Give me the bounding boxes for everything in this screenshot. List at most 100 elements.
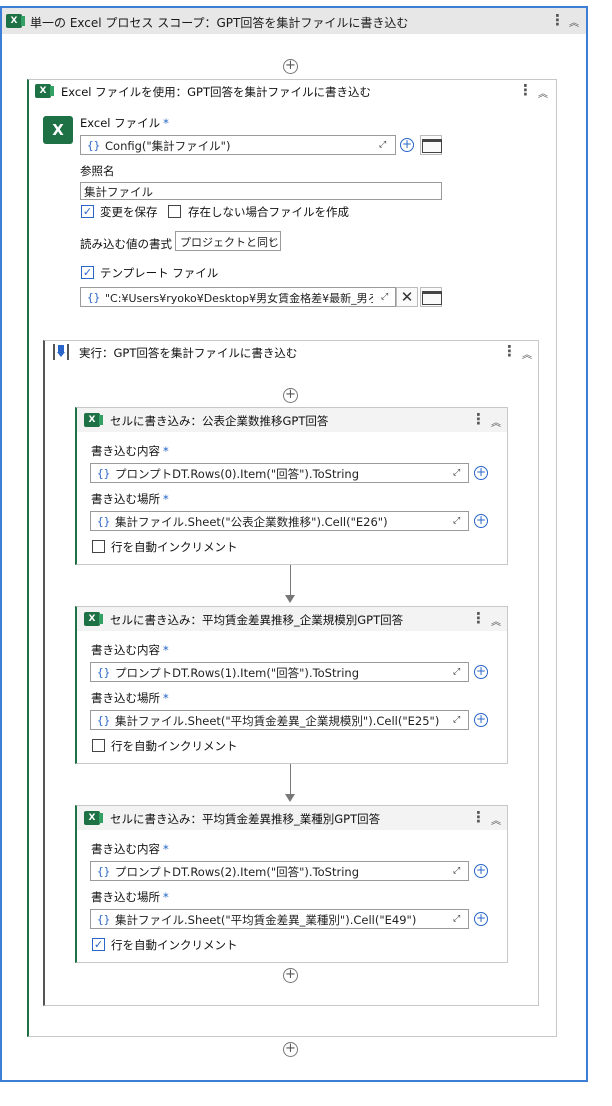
write-content-label: 書き込む内容 * xyxy=(91,444,169,458)
write-location-input[interactable]: {} 集計ファイル.Sheet("平均賃金差異_業種別").Cell("E49"… xyxy=(90,909,469,929)
auto-increment-label: 行を自動インクリメント xyxy=(111,540,238,554)
read-format-value: プロジェクトと同じ xyxy=(180,236,279,249)
plus-circle-icon[interactable]: + xyxy=(474,912,488,926)
write-content-value: プロンプトDT.Rows(2).Item("回答").ToString xyxy=(115,865,359,879)
expand-editor-icon[interactable]: ⤢ xyxy=(453,715,460,725)
collapse-icon[interactable]: ︽ xyxy=(538,85,548,100)
write-content-value: プロンプトDT.Rows(1).Item("回答").ToString xyxy=(115,666,359,680)
auto-increment-label: 行を自動インクリメント xyxy=(111,938,238,952)
kebab-menu-icon[interactable]: ⋮ xyxy=(502,344,517,359)
write-location-value: 集計ファイル.Sheet("公表企業数推移").Cell("E26") xyxy=(115,515,388,529)
write-content-input[interactable]: {} プロンプトDT.Rows(1).Item("回答").ToString ⤢ xyxy=(90,662,469,682)
write-location-value: 集計ファイル.Sheet("平均賃金差異_業種別").Cell("E49") xyxy=(115,913,417,927)
excel-icon: X xyxy=(35,84,54,98)
sequence-title: 実行：GPT回答を集計ファイルに書き込む xyxy=(79,346,298,360)
reference-name-value: 集計ファイル xyxy=(84,185,153,199)
save-changes-label: 変更を保存 xyxy=(100,205,158,219)
excel-file-input[interactable]: {} Config("集計ファイル") ⤢ xyxy=(80,135,396,155)
add-activity-icon[interactable]: + xyxy=(283,59,298,74)
folder-icon xyxy=(422,139,442,153)
excel-file-label: Excel ファイル * xyxy=(80,116,169,130)
expression-icon: {} xyxy=(97,865,111,878)
write-location-input[interactable]: {} 集計ファイル.Sheet("公表企業数推移").Cell("E26") ⤢ xyxy=(90,511,469,531)
expression-icon: {} xyxy=(97,515,111,528)
chevron-down-icon: ⌄ xyxy=(267,232,277,245)
create-if-missing-label: 存在しない場合ファイルを作成 xyxy=(188,205,349,219)
read-format-label: 読み込む値の書式 xyxy=(80,237,172,251)
auto-increment-checkbox[interactable] xyxy=(92,739,105,752)
plus-circle-icon[interactable]: + xyxy=(474,665,488,679)
connector-line xyxy=(290,565,291,595)
collapse-icon[interactable]: ︽ xyxy=(491,812,501,827)
write-content-input[interactable]: {} プロンプトDT.Rows(0).Item("回答").ToString ⤢ xyxy=(90,463,469,483)
expression-icon: {} xyxy=(97,714,111,727)
plus-circle-icon[interactable]: + xyxy=(474,514,488,528)
excel-icon: X xyxy=(6,14,25,28)
use-excel-title: Excel ファイルを使用：GPT回答を集計ファイルに書き込む xyxy=(61,85,371,99)
add-activity-icon[interactable]: + xyxy=(283,388,298,403)
expand-editor-icon[interactable]: ⤢ xyxy=(381,292,388,302)
kebab-menu-icon[interactable]: ⋮ xyxy=(550,13,565,28)
plus-circle-icon[interactable]: + xyxy=(474,466,488,480)
scope-title: 単一の Excel プロセス スコープ：GPT回答を集計ファイルに書き込む xyxy=(30,16,409,30)
auto-increment-label: 行を自動インクリメント xyxy=(111,739,238,753)
write-content-label: 書き込む内容 * xyxy=(91,643,169,657)
read-format-dropdown[interactable]: プロジェクトと同じ ⌄ xyxy=(175,231,281,251)
excel-icon: X xyxy=(84,413,103,427)
auto-increment-checkbox[interactable] xyxy=(92,540,105,553)
kebab-menu-icon[interactable]: ⋮ xyxy=(471,810,486,825)
excel-icon: X xyxy=(84,811,103,825)
folder-icon xyxy=(422,291,442,305)
arrow-down-icon xyxy=(285,794,295,802)
write-content-input[interactable]: {} プロンプトDT.Rows(2).Item("回答").ToString ⤢ xyxy=(90,861,469,881)
collapse-icon[interactable]: ︽ xyxy=(491,613,501,628)
reference-name-label: 参照名 xyxy=(80,164,115,178)
plus-circle-icon[interactable]: + xyxy=(474,713,488,727)
expand-editor-icon[interactable]: ⤢ xyxy=(453,914,460,924)
write-cell-title: セルに書き込み：平均賃金差異推移_企業規模別GPT回答 xyxy=(110,613,404,627)
excel-icon: X xyxy=(84,612,103,626)
write-location-label: 書き込む場所 * xyxy=(91,492,169,506)
write-content-value: プロンプトDT.Rows(0).Item("回答").ToString xyxy=(115,467,359,481)
expand-editor-icon[interactable]: ⤢ xyxy=(453,866,460,876)
excel-file-icon: X xyxy=(43,116,73,144)
expression-icon: {} xyxy=(97,467,111,480)
template-file-checkbox[interactable]: ✓ xyxy=(81,266,94,279)
template-file-label: テンプレート ファイル xyxy=(100,266,219,280)
clear-icon[interactable]: ✕ xyxy=(396,287,418,307)
collapse-icon[interactable]: ︽ xyxy=(522,346,532,361)
template-file-value: "C:¥Users¥ryoko¥Desktop¥男女賃金格差¥最新_男ろ xyxy=(105,292,373,305)
expand-editor-icon[interactable]: ⤢ xyxy=(379,140,386,150)
browse-template-button[interactable] xyxy=(420,287,442,307)
reference-name-input[interactable]: 集計ファイル xyxy=(80,182,442,200)
arrow-down-icon xyxy=(285,595,295,603)
expression-icon: {} xyxy=(97,913,111,926)
plus-circle-icon[interactable]: + xyxy=(474,864,488,878)
expression-icon: {} xyxy=(97,666,111,679)
plus-circle-icon[interactable]: + xyxy=(400,138,414,152)
expression-icon: {} xyxy=(87,139,101,152)
write-location-input[interactable]: {} 集計ファイル.Sheet("平均賃金差異_企業規模別").Cell("E2… xyxy=(90,710,469,730)
expand-editor-icon[interactable]: ⤢ xyxy=(453,667,460,677)
write-content-label: 書き込む内容 * xyxy=(91,842,169,856)
template-file-input[interactable]: {} "C:¥Users¥ryoko¥Desktop¥男女賃金格差¥最新_男ろ … xyxy=(80,287,396,307)
write-location-label: 書き込む場所 * xyxy=(91,890,169,904)
kebab-menu-icon[interactable]: ⋮ xyxy=(471,412,486,427)
create-if-missing-checkbox[interactable] xyxy=(168,205,181,218)
collapse-icon[interactable]: ︽ xyxy=(569,14,579,29)
save-changes-checkbox[interactable]: ✓ xyxy=(81,205,94,218)
add-activity-icon[interactable]: + xyxy=(283,968,298,983)
kebab-menu-icon[interactable]: ⋮ xyxy=(471,611,486,626)
sequence-icon xyxy=(53,344,69,360)
expand-editor-icon[interactable]: ⤢ xyxy=(453,468,460,478)
add-activity-icon[interactable]: + xyxy=(283,1042,298,1057)
browse-file-button[interactable] xyxy=(420,135,442,155)
expand-editor-icon[interactable]: ⤢ xyxy=(453,516,460,526)
collapse-icon[interactable]: ︽ xyxy=(491,414,501,429)
connector-line xyxy=(290,764,291,794)
auto-increment-checkbox[interactable]: ✓ xyxy=(92,938,105,951)
excel-file-value: Config("集計ファイル") xyxy=(105,139,231,153)
expression-icon: {} xyxy=(87,291,101,304)
kebab-menu-icon[interactable]: ⋮ xyxy=(518,83,533,98)
write-cell-title: セルに書き込み：公表企業数推移GPT回答 xyxy=(110,414,329,428)
